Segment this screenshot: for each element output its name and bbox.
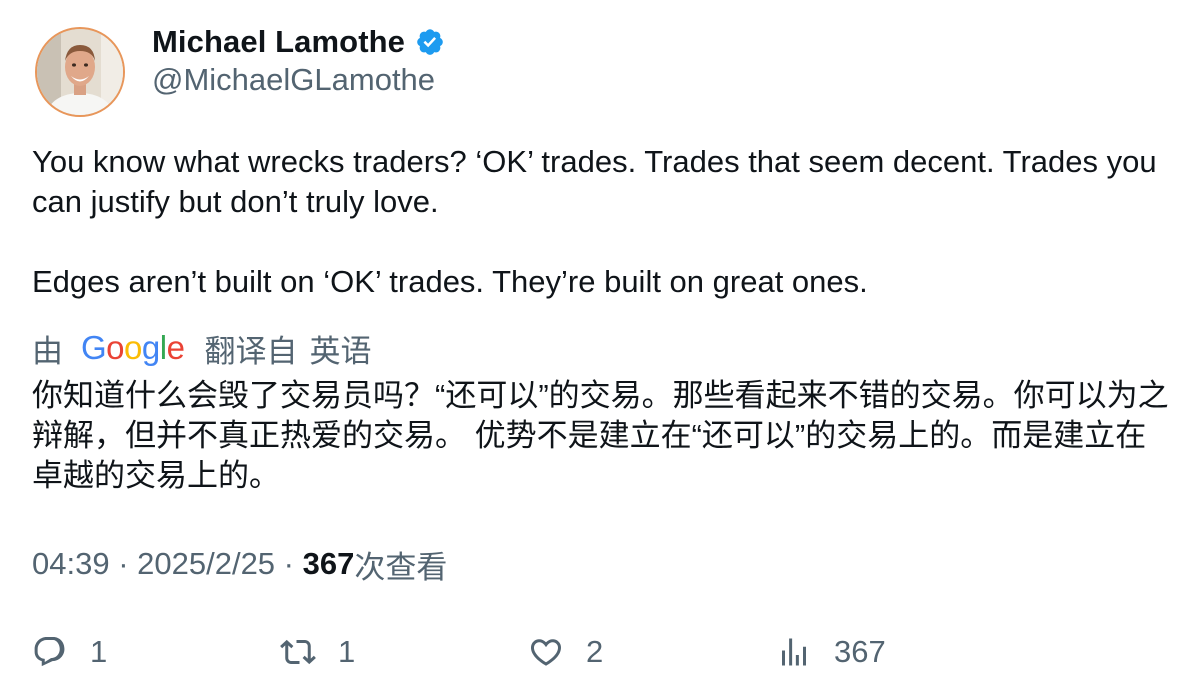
avatar-photo bbox=[37, 29, 123, 115]
translation-attribution[interactable]: 由 Google 翻译自 英语 bbox=[32, 328, 372, 369]
translation-prefix: 由 bbox=[32, 333, 63, 369]
retweet-button[interactable]: 1 bbox=[280, 630, 355, 674]
heart-icon bbox=[528, 634, 564, 670]
retweet-count: 1 bbox=[338, 634, 356, 669]
reply-button[interactable]: 1 bbox=[32, 630, 107, 674]
views-count: 367 bbox=[302, 546, 355, 581]
author-display-name[interactable]: Michael Lamothe bbox=[152, 24, 405, 60]
tweet-paragraph-1: You know what wrecks traders? ‘OK’ trade… bbox=[32, 144, 1157, 219]
like-count: 2 bbox=[586, 634, 604, 669]
translation-source-language: 英语 bbox=[309, 333, 372, 369]
meta-separator: · bbox=[275, 546, 303, 581]
author-name-row: Michael Lamothe bbox=[152, 22, 445, 62]
verified-badge-icon[interactable] bbox=[415, 27, 445, 57]
translated-text: 你知道什么会毁了交易员吗？“还可以”的交易。那些看起来不错的交易。你可以为之辩解… bbox=[32, 378, 1169, 493]
avatar[interactable] bbox=[35, 27, 125, 117]
tweet-date[interactable]: 2025/2/25 bbox=[137, 546, 275, 582]
views-button[interactable]: 367 bbox=[776, 630, 886, 674]
views-action-count: 367 bbox=[834, 634, 886, 669]
tweet-actions: 1 1 2 367 bbox=[0, 630, 1196, 674]
reply-count: 1 bbox=[90, 634, 108, 669]
tweet-card: Michael Lamothe @MichaelGLamothe You kno… bbox=[0, 0, 1196, 698]
tweet-meta: 04:39 · 2025/2/25 · 367 次查看 bbox=[32, 544, 448, 585]
tweet-paragraph-2: Edges aren’t built on ‘OK’ trades. They’… bbox=[32, 264, 868, 299]
retweet-icon bbox=[280, 634, 316, 670]
tweet-text: You know what wrecks traders? ‘OK’ trade… bbox=[32, 142, 1167, 302]
author-handle[interactable]: @MichaelGLamothe bbox=[152, 62, 435, 98]
like-button[interactable]: 2 bbox=[528, 630, 603, 674]
translation-suffix: 翻译自 bbox=[204, 333, 298, 369]
analytics-icon bbox=[776, 634, 812, 670]
tweet-time[interactable]: 04:39 bbox=[32, 546, 110, 582]
google-logo: Google bbox=[81, 329, 185, 366]
reply-icon bbox=[32, 634, 68, 670]
meta-separator: · bbox=[109, 546, 138, 581]
views-label: 次查看 bbox=[354, 549, 448, 585]
